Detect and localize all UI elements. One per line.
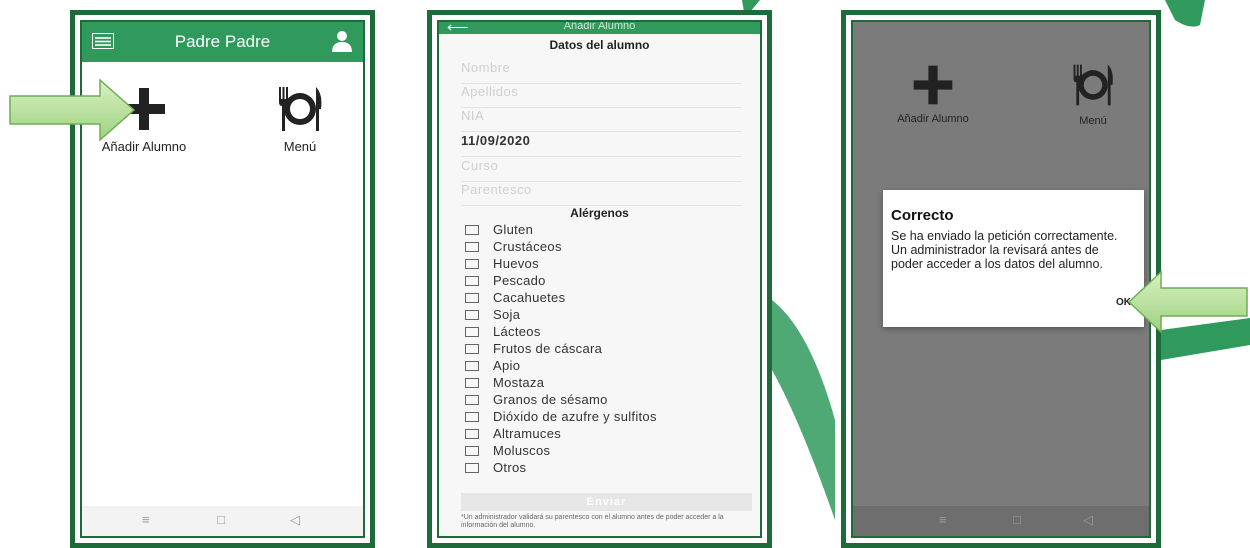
nia-field[interactable]: NIA: [461, 108, 742, 132]
allergen-label: Soja: [493, 307, 521, 322]
checkbox-icon: [465, 258, 479, 269]
course-field[interactable]: Curso: [461, 158, 742, 182]
allergen-checkbox[interactable]: Granos de sésamo: [465, 392, 608, 407]
dialog-title: Correcto: [891, 207, 954, 224]
nav-menu-icon[interactable]: ≡: [939, 512, 947, 527]
allergen-label: Crustáceos: [493, 239, 562, 254]
checkbox-icon: [465, 343, 479, 354]
tile-menu[interactable]: Menú: [240, 84, 360, 154]
allergen-label: Pescado: [493, 273, 546, 288]
allergen-label: Mostaza: [493, 375, 545, 390]
student-data-heading: Datos del alumno: [549, 38, 650, 52]
name-field[interactable]: Nombre: [461, 60, 742, 84]
checkbox-icon: [465, 224, 479, 235]
checkbox-icon: [465, 428, 479, 439]
nav-home-icon[interactable]: □: [217, 512, 225, 527]
nav-menu-icon[interactable]: ≡: [142, 512, 150, 527]
tile-menu-label: Menú: [283, 139, 317, 154]
allergen-checkbox[interactable]: Otros: [465, 460, 526, 475]
success-dialog: Correcto Se ha enviado la petición corre…: [883, 190, 1144, 327]
pointer-arrow-icon: [9, 78, 136, 142]
allergen-checkbox[interactable]: Apio: [465, 358, 520, 373]
allergen-label: Frutos de cáscara: [493, 341, 603, 356]
plate-cutlery-icon: [279, 87, 322, 131]
allergen-label: Altramuces: [493, 426, 562, 441]
allergen-checkbox[interactable]: Soja: [465, 307, 520, 322]
allergen-checkbox[interactable]: Frutos de cáscara: [465, 341, 602, 356]
validation-note: *Un administrador validará su parentesco…: [461, 514, 724, 529]
allergen-label: Apio: [493, 358, 521, 373]
allergen-checkbox[interactable]: Dióxido de azufre y sulfitos: [465, 409, 657, 424]
nav-back-icon[interactable]: ◁: [290, 512, 300, 528]
checkbox-icon: [465, 275, 479, 286]
system-nav-bar: ≡ □ ◁: [82, 506, 363, 536]
checkbox-icon: [465, 360, 479, 371]
allergen-label: Cacahuetes: [493, 290, 566, 305]
allergen-label: Granos de sésamo: [493, 392, 608, 407]
allergen-checkbox[interactable]: Pescado: [465, 273, 546, 288]
phone-confirmation-screen: Añadir Alumno Menú Correcto Se ha enviad…: [841, 10, 1161, 548]
plus-icon: [913, 65, 953, 105]
checkbox-icon: [465, 292, 479, 303]
tile-add-student: Añadir Alumno: [873, 62, 993, 125]
allergen-checkbox[interactable]: Mostaza: [465, 375, 544, 390]
system-nav-bar: ≡ □ ◁: [853, 506, 1149, 536]
allergen-label: Gluten: [493, 222, 534, 237]
allergen-label: Lácteos: [493, 324, 541, 339]
checkbox-icon: [465, 241, 479, 252]
allergens-heading: Alérgenos: [570, 206, 629, 220]
allergen-checkbox[interactable]: Huevos: [465, 256, 539, 271]
allergen-label: Otros: [493, 460, 527, 475]
pointer-arrow-icon: [1127, 270, 1248, 334]
plate-cutlery-icon: [1073, 64, 1113, 106]
allergen-label: Huevos: [493, 256, 539, 271]
app-bar: ⟵ Añadir Alumno: [439, 20, 760, 36]
nav-home-icon[interactable]: □: [1013, 512, 1021, 527]
allergen-label: Dióxido de azufre y sulfitos: [493, 409, 657, 424]
allergen-checkbox[interactable]: Crustáceos: [465, 239, 562, 254]
tile-menu-label: Menú: [1079, 115, 1107, 127]
checkbox-icon: [465, 309, 479, 320]
app-bar-title: Padre Padre: [174, 32, 271, 51]
allergen-checkbox[interactable]: Gluten: [465, 222, 533, 237]
app-bar: Padre Padre: [82, 22, 363, 62]
phone-add-student-form: ⟵ Añadir Alumno Datos del alumno Nombre …: [427, 10, 772, 548]
checkbox-icon: [465, 462, 479, 473]
checkbox-icon: [465, 377, 479, 388]
checkbox-icon: [465, 394, 479, 405]
allergen-checkbox[interactable]: Cacahuetes: [465, 290, 565, 305]
allergen-checkbox[interactable]: Altramuces: [465, 426, 561, 441]
checkbox-icon: [465, 445, 479, 456]
checkbox-icon: [465, 326, 479, 337]
tile-menu: Menú: [1033, 60, 1149, 127]
dialog-message: Se ha enviado la petición correctamente.…: [891, 229, 1118, 271]
allergen-checkbox[interactable]: Moluscos: [465, 443, 550, 458]
allergen-checkbox[interactable]: Lácteos: [465, 324, 541, 339]
date-field[interactable]: 11/09/2020: [461, 133, 742, 157]
allergen-label: Moluscos: [493, 443, 551, 458]
tile-add-student-label: Añadir Alumno: [897, 113, 969, 125]
relationship-field[interactable]: Parentesco: [461, 182, 742, 206]
submit-button[interactable]: Enviar: [461, 493, 752, 511]
surname-field[interactable]: Apellidos: [461, 84, 742, 108]
app-bar-title: Añadir Alumno: [563, 20, 636, 32]
checkbox-icon: [465, 411, 479, 422]
nav-back-icon[interactable]: ◁: [1083, 512, 1093, 528]
person-icon[interactable]: [331, 30, 353, 52]
